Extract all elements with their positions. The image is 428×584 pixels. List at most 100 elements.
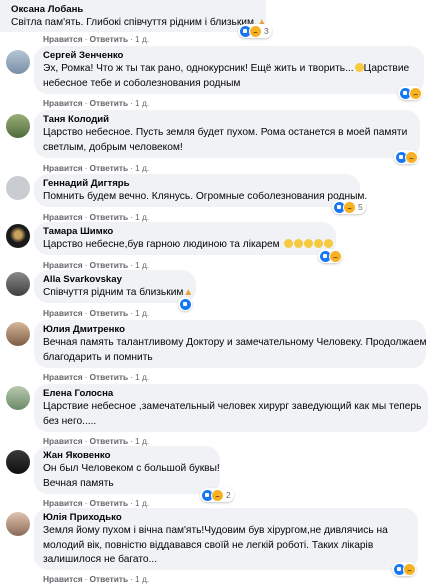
sad-reaction-icon (211, 488, 224, 502)
like-link[interactable]: Нравится (43, 498, 83, 508)
comment-text: небесное тебе и соболезнования родным (43, 77, 241, 89)
sad-reaction-icon (405, 150, 418, 164)
comment-time[interactable]: 1 д. (135, 212, 149, 222)
reply-link[interactable]: Ответить (89, 372, 128, 382)
like-link[interactable]: Нравится (43, 308, 83, 318)
comment-time[interactable]: 1 д. (135, 98, 149, 108)
comment-author[interactable]: Юлія Приходько (43, 512, 409, 524)
reaction-summary[interactable]: 3 (238, 24, 272, 38)
comment-text: Вечная память (43, 477, 114, 489)
sad-reaction-icon (403, 562, 416, 576)
sad-emoji-icon (293, 239, 303, 248)
reply-link[interactable]: Ответить (89, 163, 128, 173)
reaction-summary[interactable] (394, 150, 418, 164)
comment-author[interactable]: Таня Колодий (43, 114, 411, 126)
comment-bubble: Геннадий Дигтярь Помнить будем вечно. Кл… (34, 174, 368, 207)
comment-author[interactable]: Alla Svarkovskay (43, 274, 187, 286)
reply-link[interactable]: Ответить (89, 260, 128, 270)
comment-text: Эх, Ромка! Что ж ты так рано, однокурсни… (43, 63, 354, 74)
reply-link[interactable]: Ответить (89, 308, 128, 318)
separator: · (130, 308, 133, 318)
separator: · (130, 574, 133, 584)
avatar[interactable] (6, 176, 30, 200)
like-link[interactable]: Нравится (43, 372, 83, 382)
comment-text: Помнить будем вечно. Клянусь. Огромные с… (43, 191, 368, 202)
reaction-summary[interactable] (318, 249, 342, 263)
avatar[interactable] (6, 50, 30, 74)
like-link[interactable]: Нравится (43, 98, 83, 108)
sad-emoji-icon (354, 63, 364, 72)
comment-text: молодий вік, повністю віддавався своїй н… (43, 539, 374, 551)
comment-text: Вечная память талантливому Доктору и зам… (43, 337, 427, 348)
comment-author[interactable]: Сергей Зенченко (43, 50, 415, 62)
sad-reaction-icon (249, 24, 262, 38)
reaction-summary[interactable] (398, 86, 422, 100)
comment-bubble: Оксана Лобань Світла пам'ять. Глибокі сп… (0, 0, 267, 32)
comment-author[interactable]: Юлия Дмитренко (43, 324, 417, 336)
avatar[interactable] (6, 512, 30, 536)
reply-link[interactable]: Ответить (89, 498, 128, 508)
comment-text: Світла пам'ять. Глибокі співчуття рідним… (11, 17, 257, 28)
comment-text: Он был Человеком с большой буквы! (43, 463, 220, 474)
sad-emoji-icon (323, 239, 333, 248)
comment-text-tail: Царствие (363, 63, 410, 74)
reply-link[interactable]: Ответить (89, 574, 128, 584)
comment-time[interactable]: 1 д. (135, 260, 149, 270)
comment-time[interactable]: 1 д. (135, 372, 149, 382)
reply-link[interactable]: Ответить (89, 436, 128, 446)
reaction-summary[interactable] (392, 562, 416, 576)
separator: · (130, 163, 133, 173)
sad-reaction-icon (409, 86, 422, 100)
comment-bubble: Елена Голосна Царствие небесное ,замечат… (34, 384, 428, 432)
like-link[interactable]: Нравится (43, 212, 83, 222)
comment-text: Співчуття рідним та близьким (43, 287, 184, 298)
comment-bubble: Сергей Зенченко Эх, Ромка! Что ж ты так … (34, 46, 424, 94)
comment-author[interactable]: Геннадий Дигтярь (43, 178, 351, 190)
avatar[interactable] (6, 224, 30, 248)
like-link[interactable]: Нравится (43, 260, 83, 270)
comment-author[interactable]: Оксана Лобань (11, 4, 257, 16)
comment-author[interactable]: Тамара Шимко (43, 226, 327, 238)
separator: · (130, 372, 133, 382)
separator: · (130, 260, 133, 270)
sad-emoji-icon (303, 239, 313, 248)
avatar[interactable] (6, 450, 30, 474)
reply-link[interactable]: Ответить (89, 98, 128, 108)
comment-time[interactable]: 1 д. (135, 574, 149, 584)
comment-bubble: Тамара Шимко Царство небесне,був гарною … (34, 222, 336, 255)
separator: · (130, 436, 133, 446)
comment-author[interactable]: Елена Голосна (43, 388, 419, 400)
avatar[interactable] (6, 114, 30, 138)
like-link[interactable]: Нравится (43, 34, 83, 44)
reaction-summary[interactable]: 2 (200, 488, 234, 502)
avatar[interactable] (6, 322, 30, 346)
avatar[interactable] (6, 386, 30, 410)
avatar[interactable] (6, 272, 30, 296)
separator: · (130, 212, 133, 222)
comment-time[interactable]: 1 д. (135, 498, 149, 508)
reply-link[interactable]: Ответить (89, 212, 128, 222)
like-link[interactable]: Нравится (43, 436, 83, 446)
sad-emoji-icon (283, 239, 293, 248)
comment-text: без него..... (43, 415, 97, 427)
separator: · (130, 34, 133, 44)
like-link[interactable]: Нравится (43, 574, 83, 584)
comment-time[interactable]: 1 д. (135, 34, 149, 44)
reply-link[interactable]: Ответить (89, 34, 128, 44)
reaction-summary[interactable]: 5 (332, 200, 366, 214)
comment-bubble: Юлія Приходько Земля йому пухом і вічна … (34, 508, 418, 570)
comment-time[interactable]: 1 д. (135, 436, 149, 446)
sad-reaction-icon (329, 249, 342, 263)
like-link[interactable]: Нравится (43, 163, 83, 173)
comment-text: Земля йому пухом і вічна пам'ять!Чудовим… (43, 525, 388, 536)
comment-author[interactable]: Жан Яковенко (43, 450, 211, 462)
comment-text: Царство небесное. Пусть земля будет пухо… (43, 127, 408, 138)
reaction-summary[interactable] (178, 297, 192, 311)
sad-emoji-icon (313, 239, 323, 248)
comment-text: благодарить и помнить (43, 351, 153, 363)
comment-time[interactable]: 1 д. (135, 163, 149, 173)
reaction-count: 5 (358, 202, 363, 212)
separator: · (130, 498, 133, 508)
reaction-count: 2 (226, 490, 231, 500)
comment-time[interactable]: 1 д. (135, 308, 149, 318)
